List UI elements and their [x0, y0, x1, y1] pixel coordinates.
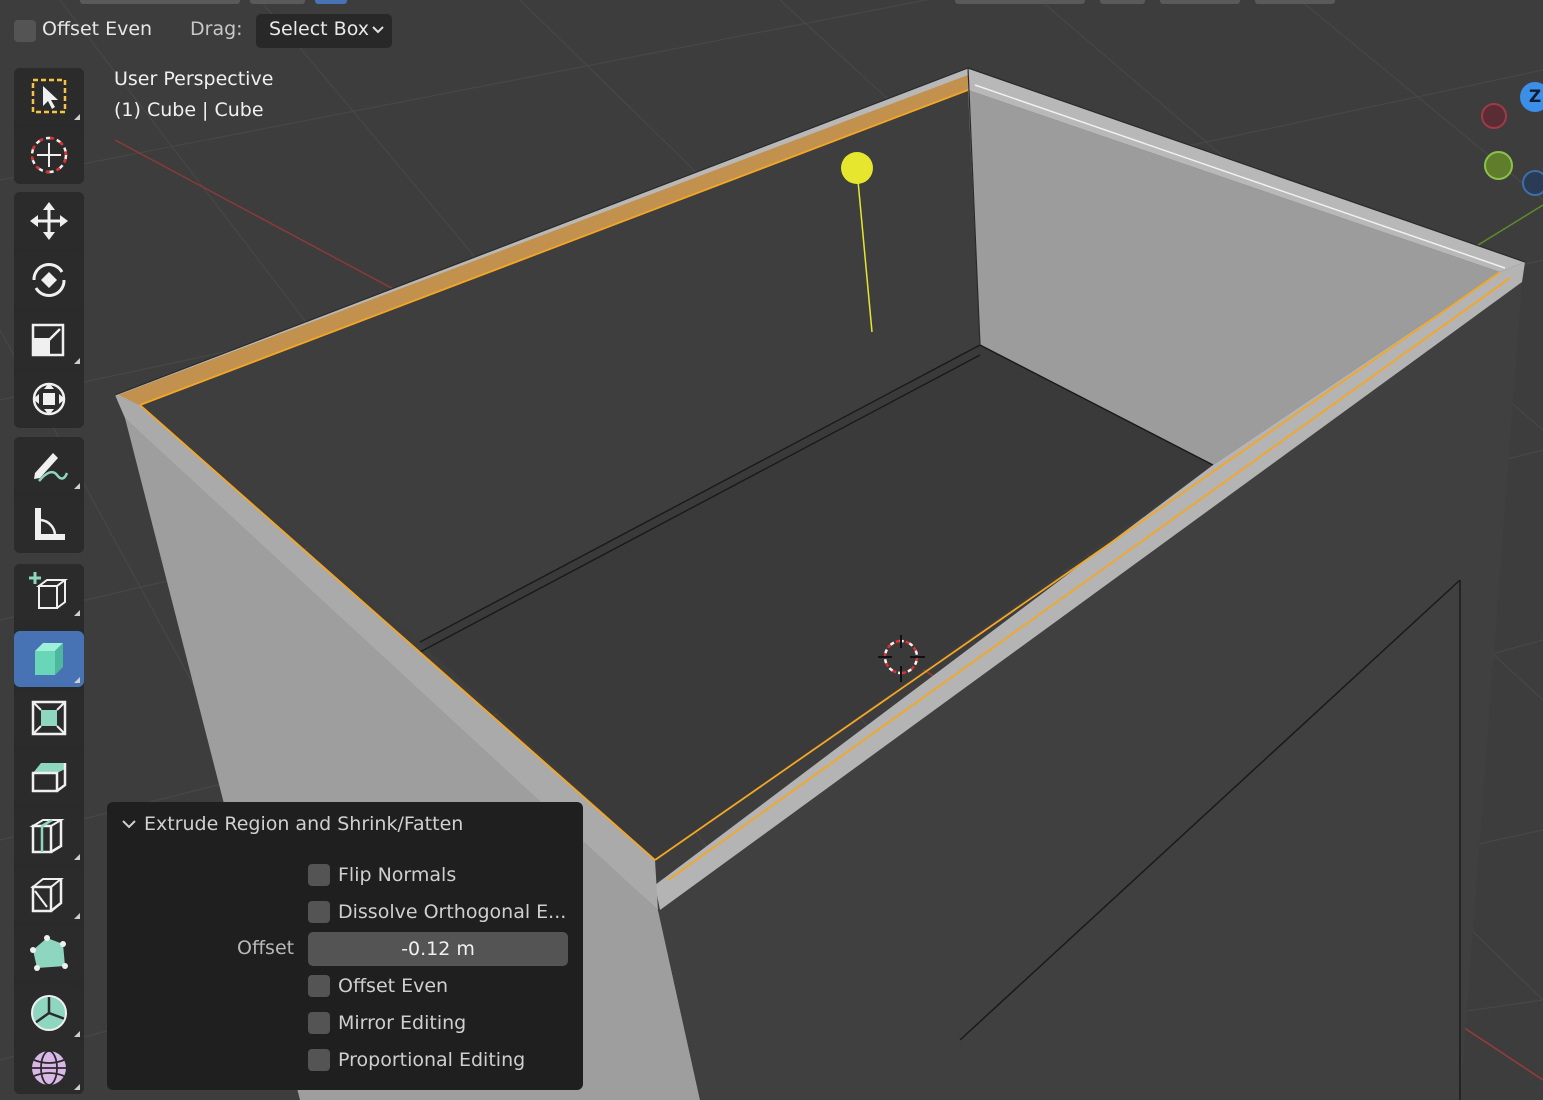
gizmo-neg-x[interactable]: [1481, 103, 1507, 129]
tool-add-cube[interactable]: [14, 564, 84, 620]
poly-build-icon: [30, 935, 68, 971]
scale-icon: [31, 323, 65, 357]
chevron-down-icon: [372, 26, 384, 34]
tool-select-box[interactable]: [14, 68, 84, 124]
offset-label: Offset: [237, 937, 295, 959]
light-object[interactable]: [841, 152, 873, 184]
inset-faces-icon: [31, 700, 67, 736]
dissolve-orthogonal-checkbox[interactable]: [308, 901, 330, 923]
offset-even-checkbox[interactable]: [14, 20, 36, 42]
knife-icon: [30, 878, 64, 913]
transform-icon: [32, 382, 66, 416]
tool-scale[interactable]: [14, 312, 84, 368]
offset-even-label: Offset Even: [338, 975, 449, 997]
select-box-icon: [31, 78, 67, 114]
header-tab[interactable]: [955, 0, 1085, 4]
header-tab[interactable]: [80, 0, 240, 4]
bevel-icon: [31, 763, 67, 793]
tool-loop-cut[interactable]: [14, 808, 84, 864]
loop-cut-icon: [29, 818, 65, 854]
move-icon: [30, 202, 68, 240]
tool-cursor[interactable]: [14, 127, 84, 183]
tool-poly-build[interactable]: [14, 926, 84, 982]
cursor-icon: [30, 136, 68, 174]
offset-even-checkbox[interactable]: [308, 975, 330, 997]
gizmo-z-axis[interactable]: Z: [1520, 82, 1543, 112]
annotate-icon: [34, 453, 69, 482]
tool-smooth[interactable]: [14, 1042, 84, 1094]
offset-even-label: Offset Even: [42, 18, 153, 40]
mirror-editing-option[interactable]: Mirror Editing: [308, 1010, 466, 1036]
view-name-label: User Perspective: [114, 68, 274, 90]
object-info-label: (1) Cube | Cube: [114, 99, 264, 121]
drag-select-dropdown[interactable]: Select Box: [256, 14, 392, 48]
dissolve-orthogonal-option[interactable]: Dissolve Orthogonal E...: [308, 899, 566, 925]
operator-redo-panel: Extrude Region and Shrink/Fatten Flip No…: [107, 802, 583, 1090]
flip-normals-option[interactable]: Flip Normals: [308, 862, 456, 888]
tool-spin[interactable]: [14, 985, 84, 1041]
tool-move[interactable]: [14, 193, 84, 249]
tool-bevel[interactable]: [14, 749, 84, 805]
mirror-editing-label: Mirror Editing: [338, 1012, 467, 1034]
flip-normals-label: Flip Normals: [338, 864, 457, 886]
mirror-editing-checkbox[interactable]: [308, 1012, 330, 1034]
tool-measure[interactable]: [14, 496, 84, 552]
flip-normals-checkbox[interactable]: [308, 864, 330, 886]
drag-label: Drag:: [190, 18, 243, 40]
gizmo-z-label: Z: [1528, 87, 1542, 107]
tool-transform[interactable]: [14, 371, 84, 427]
proportional-editing-checkbox[interactable]: [308, 1049, 330, 1071]
extrude-region-icon: [35, 643, 63, 675]
offset-field[interactable]: -0.12 m: [308, 932, 568, 966]
gizmo-y-axis[interactable]: [1484, 151, 1513, 180]
y-axis-line: [1469, 204, 1543, 251]
rotate-icon: [32, 262, 66, 298]
proportional-editing-option[interactable]: Proportional Editing: [308, 1047, 525, 1073]
dissolve-orthogonal-label: Dissolve Orthogonal E...: [338, 901, 567, 923]
operator-title[interactable]: Extrude Region and Shrink/Fatten: [144, 813, 463, 835]
header-tab-active[interactable]: [315, 0, 347, 4]
tool-knife[interactable]: [14, 867, 84, 923]
add-cube-icon: [29, 572, 68, 609]
smooth-icon: [32, 1050, 66, 1086]
header-tab[interactable]: [1100, 0, 1145, 4]
header-tab[interactable]: [1255, 0, 1335, 4]
header-tab[interactable]: [1160, 0, 1240, 4]
tool-header: Offset Even Drag: Select Box: [0, 0, 1543, 62]
offset-even-option[interactable]: Offset Even: [308, 973, 448, 999]
chevron-down-icon[interactable]: [121, 818, 137, 830]
drag-select-value: Select Box: [269, 18, 369, 40]
header-tab[interactable]: [250, 0, 305, 4]
tool-extrude-region[interactable]: [14, 631, 84, 687]
tool-inset-faces[interactable]: [14, 690, 84, 746]
tool-annotate[interactable]: [14, 437, 84, 493]
spin-icon: [31, 995, 67, 1031]
gizmo-neg-z[interactable]: [1522, 170, 1543, 196]
measure-icon: [35, 508, 65, 540]
tool-rotate[interactable]: [14, 252, 84, 308]
proportional-editing-label: Proportional Editing: [338, 1049, 526, 1071]
